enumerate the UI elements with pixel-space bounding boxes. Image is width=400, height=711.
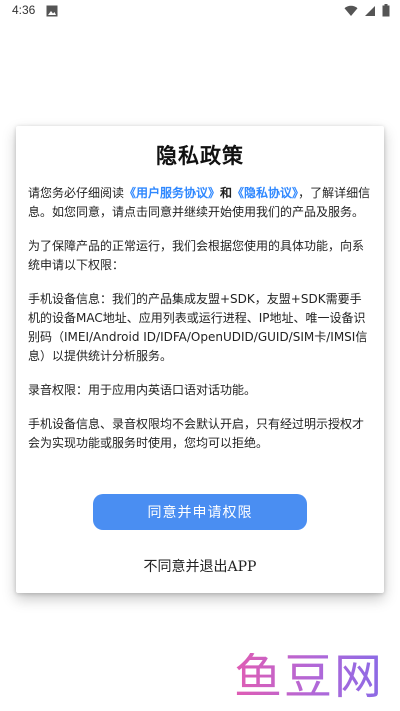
status-time: 4:36 [12, 3, 36, 17]
intro-prefix: 请您务必仔细阅读 [28, 186, 125, 200]
audio-permission-paragraph: 录音权限：用于应用内英语口语对话功能。 [28, 383, 257, 397]
user-agreement-link[interactable]: 《用户服务协议》 [124, 186, 220, 200]
dialog-body: 请您务必仔细阅读《用户服务协议》和《隐私协议》，了解详细信息。如您同意，请点击同… [28, 184, 372, 468]
status-icons [344, 4, 390, 17]
device-info-paragraph: 手机设备信息：我们的产品集成友盟+SDK，友盟+SDK需要手机的设备MAC地址、… [28, 292, 368, 363]
intro-paragraph: 请您务必仔细阅读《用户服务协议》和《隐私协议》，了解详细信息。如您同意，请点击同… [28, 184, 372, 222]
watermark-logo: 鱼豆网 [233, 649, 384, 705]
privacy-agreement-link[interactable]: 《隐私协议》 [232, 186, 298, 200]
wifi-icon [344, 5, 358, 16]
default-note-paragraph: 手机设备信息、录音权限均不会默认开启，只有经过明示授权才会为实现功能或服务时使用… [28, 417, 365, 450]
dialog-title: 隐私政策 [156, 144, 244, 168]
disagree-exit-button[interactable]: 不同意并退出APP [16, 556, 384, 576]
battery-icon [382, 4, 390, 17]
status-bar: 4:36 [0, 0, 400, 24]
intro-and: 和 [220, 186, 233, 200]
permissions-intro: 为了保障产品的正常运行，我们会根据您使用的具体功能，向系统申请以下权限： [28, 239, 365, 272]
agree-button[interactable]: 同意并申请权限 [93, 494, 307, 530]
image-icon [46, 5, 58, 17]
signal-icon [365, 5, 375, 16]
privacy-policy-dialog: 隐私政策 请您务必仔细阅读《用户服务协议》和《隐私协议》，了解详细信息。如您同意… [16, 126, 384, 593]
